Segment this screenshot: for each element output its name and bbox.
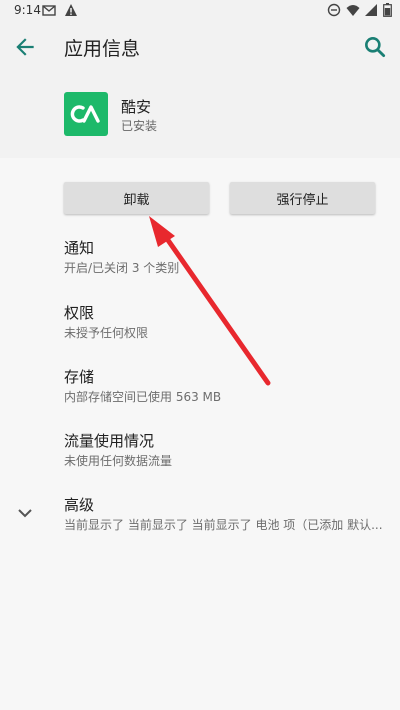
chevron-down-icon[interactable] xyxy=(15,503,35,523)
dnd-icon xyxy=(327,3,341,17)
item-title: 权限 xyxy=(64,304,95,322)
gmail-icon xyxy=(42,5,56,16)
app-bar: 应用信息 xyxy=(0,22,400,72)
advanced-item[interactable]: 高级 当前显示了 当前显示了 当前显示了 电池 项（已添加 默认... xyxy=(64,495,394,534)
item-title: 通知 xyxy=(64,239,95,257)
battery-icon xyxy=(383,3,392,17)
uninstall-button[interactable]: 卸载 xyxy=(64,182,209,214)
wifi-icon xyxy=(346,5,360,16)
item-title: 高级 xyxy=(64,496,95,514)
search-icon[interactable] xyxy=(362,34,388,60)
app-name: 酷安 xyxy=(121,98,152,116)
signal-icon xyxy=(365,4,377,16)
coolapk-logo-icon xyxy=(70,105,100,123)
warning-icon xyxy=(65,4,77,16)
item-subtitle: 开启/已关闭 3 个类别 xyxy=(64,261,180,275)
item-subtitle: 当前显示了 当前显示了 当前显示了 电池 项（已添加 默认... xyxy=(64,518,383,532)
item-title: 存储 xyxy=(64,368,95,386)
data-usage-item[interactable]: 流量使用情况 未使用任何数据流量 xyxy=(64,431,394,470)
item-subtitle: 未授予任何权限 xyxy=(64,326,149,340)
arrow-back-icon[interactable] xyxy=(12,34,38,60)
notifications-item[interactable]: 通知 开启/已关闭 3 个类别 xyxy=(64,238,394,277)
storage-item[interactable]: 存储 内部存储空间已使用 563 MB xyxy=(64,367,394,406)
permissions-item[interactable]: 权限 未授予任何权限 xyxy=(64,303,394,342)
status-bar: 9:14 xyxy=(0,0,400,22)
item-subtitle: 未使用任何数据流量 xyxy=(64,454,173,468)
status-time: 9:14 xyxy=(14,3,41,17)
app-install-status: 已安装 xyxy=(121,119,158,133)
page-title: 应用信息 xyxy=(64,38,141,60)
item-title: 流量使用情况 xyxy=(64,432,155,450)
force-stop-button[interactable]: 强行停止 xyxy=(230,182,375,214)
coolapk-app-icon xyxy=(64,92,108,136)
app-header: 酷安 已安装 xyxy=(0,72,400,158)
item-subtitle: 内部存储空间已使用 563 MB xyxy=(64,390,222,404)
